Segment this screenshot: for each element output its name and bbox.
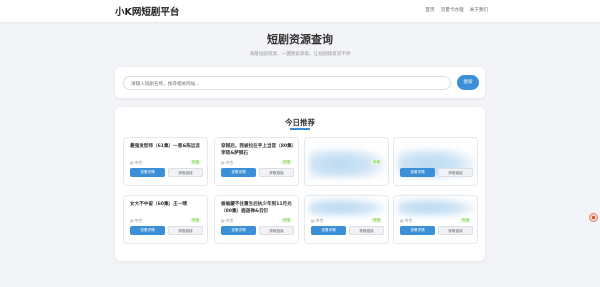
status-badge: 可用: [370, 218, 382, 223]
view-detail-button[interactable]: 查看详情: [400, 226, 435, 235]
status-badge: 可用: [280, 218, 292, 223]
status-badge: 可用: [189, 160, 201, 165]
recommend-title: 今日推荐: [285, 118, 315, 127]
drama-source: ▤ 夸克: [130, 218, 143, 223]
get-link-button[interactable]: 获取链接: [168, 168, 203, 177]
title-underline: [290, 128, 310, 130]
drama-source: ▤ 夸克: [130, 160, 143, 165]
status-badge: 可用: [459, 218, 471, 223]
drama-card-blurred: 可用: [304, 137, 389, 186]
view-detail-button[interactable]: 查看详情: [311, 226, 346, 235]
view-detail-button[interactable]: 查看详情: [130, 168, 165, 177]
search-panel: 搜索: [115, 67, 485, 98]
status-badge: 可用: [370, 160, 382, 165]
nav-link-about[interactable]: 关于我们: [470, 7, 488, 13]
drama-card: 最强发型师（61集）一恩&陈远言 ▤ 夸克 可用 查看详情 获取链接: [123, 137, 208, 186]
drama-card-blurred: 查看详情 获取链接: [393, 137, 478, 186]
nav-link-sim-card[interactable]: 流量卡办理: [441, 7, 464, 13]
drama-title: 最强发型师（61集）一恩&陈远言: [130, 144, 201, 149]
drama-source: ▤ 夸克: [400, 218, 413, 223]
get-link-button[interactable]: 获取链接: [168, 226, 203, 235]
blurred-content: [398, 198, 475, 216]
status-badge: 可用: [189, 218, 201, 223]
view-detail-button[interactable]: 查看详情: [130, 226, 165, 235]
site-brand[interactable]: 小K网短剧平台: [115, 4, 179, 18]
drama-source: ▤ 夸克: [221, 218, 234, 223]
drama-card: 穿越后，我被拉在手上当宫（80集）李晓&萨钢石 ▤ 夸克 可用 查看详情 获取链…: [214, 137, 299, 186]
search-input[interactable]: [123, 76, 451, 90]
drama-title: 女大不中留（60集）王一晴: [130, 202, 187, 207]
view-detail-button[interactable]: 查看详情: [221, 168, 256, 177]
view-detail-button[interactable]: 查看详情: [400, 168, 435, 177]
get-link-button[interactable]: 获取链接: [259, 168, 294, 177]
drama-source: ▤ 夸克: [221, 160, 234, 165]
get-link-button[interactable]: 获取链接: [438, 226, 473, 235]
status-badge: 可用: [280, 160, 292, 165]
drama-source: ▤ 夸克: [311, 218, 324, 223]
drama-card: 女大不中留（60集）王一晴 ▤ 夸克 可用 查看详情 获取链接: [123, 195, 208, 244]
drama-card-partly-blurred: ▤ 夸克 可用 查看详情 获取链接: [304, 195, 389, 244]
nav-link-home[interactable]: 首页: [425, 7, 434, 13]
get-link-button[interactable]: 获取链接: [349, 226, 384, 235]
view-detail-button[interactable]: 查看详情: [221, 226, 256, 235]
get-link-button[interactable]: 获取链接: [259, 226, 294, 235]
drama-title: 偷偷藏不住重生后执少年到11月光（80集）鹿迦禅&云衍: [221, 202, 292, 214]
search-button[interactable]: 搜索: [457, 75, 479, 90]
floating-assistant-avatar[interactable]: [589, 213, 598, 222]
nav-links: 首页 流量卡办理 关于我们: [425, 7, 488, 13]
recommend-panel: 今日推荐 最强发型师（61集）一恩&陈远言 ▤ 夸克 可用 查看详情 获取链接 …: [115, 107, 485, 261]
drama-card: 偷偷藏不住重生后执少年到11月光（80集）鹿迦禅&云衍 ▤ 夸克 可用 查看详情…: [214, 195, 299, 244]
page-subtitle: 海量短剧资源，一键搜索获取，让短剧随意赏不停: [249, 52, 351, 57]
top-navbar: 小K网短剧平台 首页 流量卡办理 关于我们: [0, 0, 600, 22]
drama-title: 穿越后，我被拉在手上当宫（80集）李晓&萨钢石: [221, 144, 295, 156]
drama-card-partly-blurred: ▤ 夸克 可用 查看详情 获取链接: [393, 195, 478, 244]
blurred-content: [309, 198, 386, 216]
get-link-button[interactable]: 获取链接: [438, 168, 473, 177]
page-title: 短剧资源查询: [267, 33, 333, 46]
